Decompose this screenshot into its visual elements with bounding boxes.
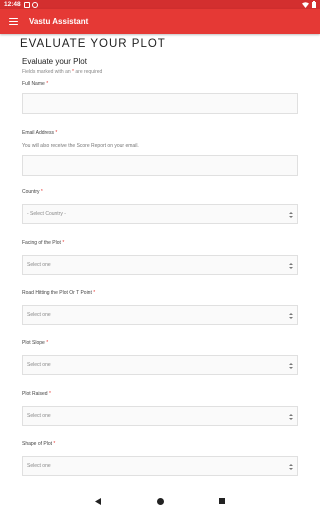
status-bar: 12:48: [0, 0, 320, 9]
shape-label: Shape of Plot *: [22, 441, 56, 447]
select-arrows-icon: [289, 363, 293, 369]
recents-icon: [219, 498, 225, 504]
slope-label: Plot Slope *: [22, 340, 49, 346]
road-hitting-select-value: Select one: [27, 312, 51, 318]
road-hitting-label: Road Hitting the Plot Or T Point *: [22, 290, 96, 296]
raised-field: Plot Raised * Select one: [22, 391, 298, 426]
email-label: Email Address *: [22, 130, 58, 136]
slope-select[interactable]: Select one: [22, 355, 298, 375]
full-name-input[interactable]: [22, 93, 298, 114]
select-arrows-icon: [289, 414, 293, 420]
required-note-prefix: Fields marked with an: [22, 69, 73, 75]
recents-button[interactable]: [219, 498, 225, 504]
select-arrows-icon: [289, 464, 293, 470]
country-select[interactable]: - Select Country -: [22, 204, 298, 224]
shape-select[interactable]: Select one: [22, 456, 298, 476]
raised-label: Plot Raised *: [22, 391, 51, 397]
slope-select-value: Select one: [27, 362, 51, 368]
full-name-label: Full Name *: [22, 81, 49, 87]
battery-icon: [312, 1, 316, 8]
system-nav-bar: [0, 490, 320, 512]
home-button[interactable]: [157, 497, 164, 505]
wifi-icon: [302, 1, 309, 8]
notification-icon: [23, 1, 30, 8]
back-icon: [95, 497, 101, 505]
menu-icon[interactable]: [9, 18, 18, 25]
email-hint: You will also receive the Score Report o…: [22, 143, 139, 149]
country-field: Country * - Select Country -: [22, 189, 298, 224]
required-note-suffix: are required: [73, 69, 103, 75]
select-arrows-icon: [289, 313, 293, 319]
select-arrows-icon: [289, 212, 293, 218]
facing-select-value: Select one: [27, 262, 51, 268]
back-button[interactable]: [95, 497, 102, 505]
road-hitting-select[interactable]: Select one: [22, 305, 298, 325]
app-title: Vastu Assistant: [29, 17, 89, 26]
slope-field: Plot Slope * Select one: [22, 340, 298, 375]
facing-select[interactable]: Select one: [22, 255, 298, 275]
full-name-field: Full Name *: [22, 81, 298, 114]
app-notification-icon: [31, 1, 38, 8]
country-label: Country *: [22, 189, 43, 195]
home-icon: [157, 497, 164, 505]
shape-select-value: Select one: [27, 463, 51, 469]
select-arrows-icon: [289, 263, 293, 269]
email-input[interactable]: [22, 155, 298, 176]
road-hitting-field: Road Hitting the Plot Or T Point * Selec…: [22, 290, 298, 325]
email-field: Email Address * You will also receive th…: [22, 130, 298, 176]
shape-field: Shape of Plot * Select one: [22, 441, 298, 476]
app-bar: Vastu Assistant: [0, 9, 320, 34]
facing-label: Facing of the Plot *: [22, 240, 65, 246]
raised-select[interactable]: Select one: [22, 406, 298, 426]
raised-select-value: Select one: [27, 413, 51, 419]
required-note: Fields marked with an * are required: [22, 69, 298, 75]
country-select-value: - Select Country -: [27, 211, 66, 217]
facing-field: Facing of the Plot * Select one: [22, 240, 298, 275]
page-heading: EVALUATE YOUR PLOT: [20, 38, 166, 50]
form-title: Evaluate your Plot: [22, 57, 87, 66]
status-time: 12:48: [4, 1, 21, 8]
